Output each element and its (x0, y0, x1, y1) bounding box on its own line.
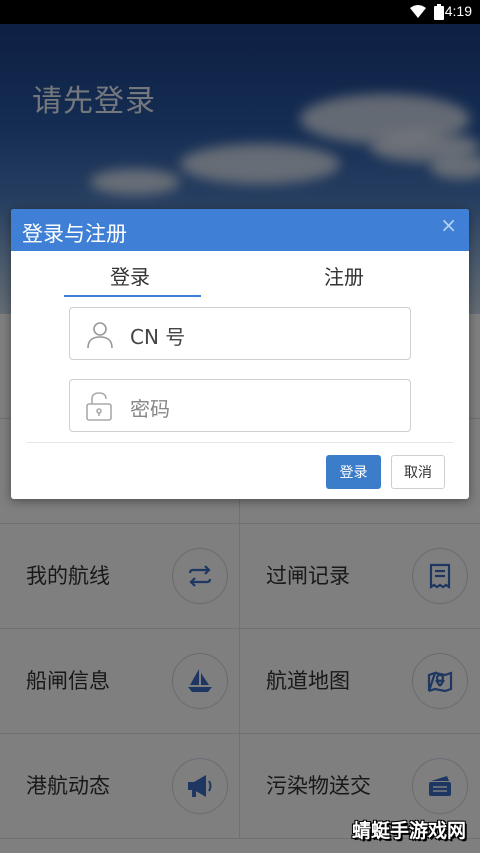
auth-tabs: 登录 注册 (11, 251, 469, 299)
dialog-header: 登录与注册 × (11, 209, 469, 251)
wifi-icon (410, 4, 426, 23)
tab-login[interactable]: 登录 (110, 261, 150, 290)
password-input[interactable]: 密码 (69, 379, 411, 432)
battery-icon (434, 4, 444, 24)
user-icon (84, 318, 116, 354)
login-register-dialog: 登录与注册 × 登录 注册 CN 号 密码 登录 取消 (11, 209, 469, 499)
dialog-title: 登录与注册 (22, 222, 127, 246)
status-bar: 4:19 (0, 0, 480, 24)
site-watermark: 蜻蜓手游戏网 (351, 820, 466, 842)
cn-number-value: CN 号 (130, 325, 186, 349)
password-placeholder: 密码 (130, 397, 170, 421)
lock-icon (84, 390, 114, 426)
active-tab-indicator (64, 295, 201, 297)
dialog-divider (27, 442, 453, 443)
close-icon[interactable]: × (440, 213, 457, 237)
login-button[interactable]: 登录 (326, 455, 381, 489)
cancel-button[interactable]: 取消 (391, 455, 445, 489)
cn-number-input[interactable]: CN 号 (69, 307, 411, 360)
clock: 4:19 (444, 3, 472, 19)
tab-register[interactable]: 注册 (324, 261, 364, 290)
